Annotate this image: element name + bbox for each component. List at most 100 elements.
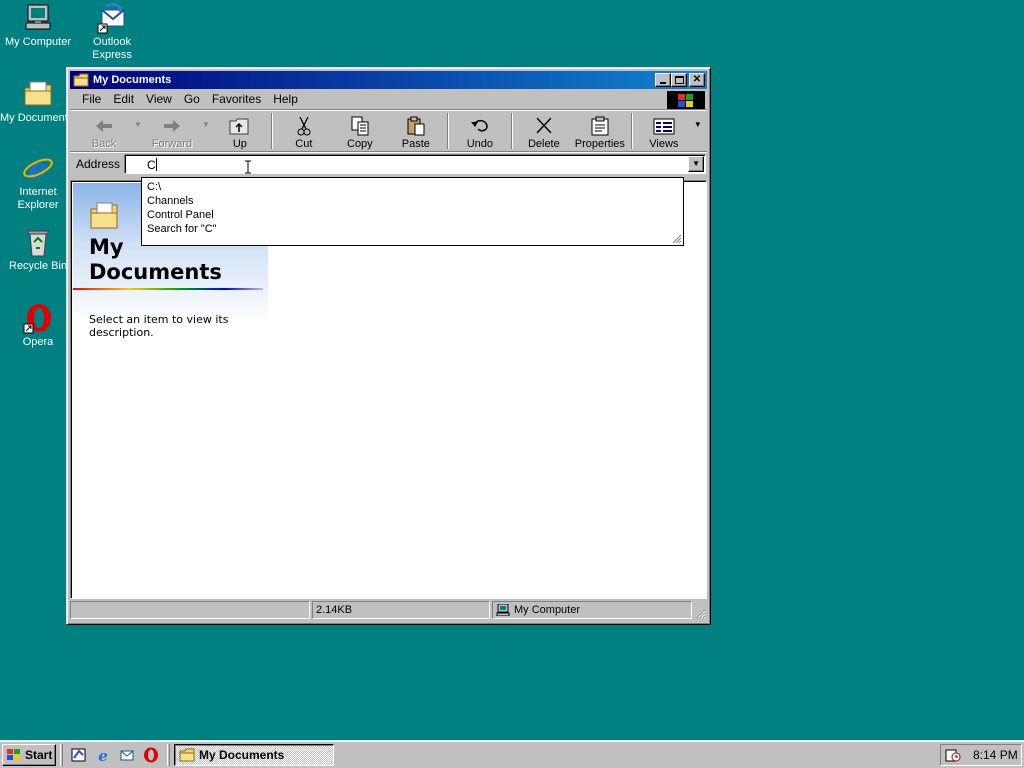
paste-icon <box>404 116 428 136</box>
title-bar[interactable]: My Documents ✕ <box>70 71 707 89</box>
menu-favorites[interactable]: Favorites <box>206 92 267 106</box>
my-documents-icon <box>22 78 54 110</box>
opera-icon <box>22 302 54 334</box>
close-button[interactable]: ✕ <box>689 73 705 87</box>
back-arrow-icon <box>92 116 116 136</box>
delete-button[interactable]: Delete <box>516 113 572 151</box>
show-desktop-icon[interactable] <box>70 746 88 764</box>
toolbar-separator <box>510 113 513 149</box>
scheduler-icon[interactable] <box>945 747 961 763</box>
forward-arrow-icon <box>160 116 184 136</box>
desktop-icon-recycle-bin[interactable]: Recycle Bin <box>0 226 76 273</box>
toolbar: Back ▼ Forward ▼ Up Cut Copy Paste Undo <box>70 109 707 151</box>
scissors-icon <box>292 116 316 136</box>
menu-go[interactable]: Go <box>178 92 206 106</box>
menu-help[interactable]: Help <box>267 92 304 106</box>
autocomplete-item[interactable]: Search for "C" <box>147 222 678 236</box>
back-dropdown-icon[interactable]: ▼ <box>134 120 142 129</box>
maximize-button[interactable] <box>671 73 687 87</box>
internet-explorer-icon[interactable]: e <box>94 746 112 764</box>
address-dropdown-button[interactable]: ▼ <box>688 155 705 172</box>
svg-text:e: e <box>98 747 108 763</box>
windows-logo-icon <box>667 91 705 111</box>
minimize-button[interactable] <box>655 73 671 87</box>
svg-text:e: e <box>29 152 47 184</box>
pane-divider <box>73 288 263 290</box>
minimize-icon <box>660 82 666 84</box>
up-folder-icon <box>228 116 252 136</box>
folder-icon <box>89 201 121 231</box>
explorer-window: My Documents ✕ File Edit View Go Favorit… <box>66 67 711 625</box>
address-value: C <box>147 157 156 172</box>
paste-label: Paste <box>401 138 430 150</box>
folder-icon <box>73 73 89 87</box>
internet-explorer-icon: e <box>22 152 54 185</box>
start-button[interactable]: Start <box>2 743 56 766</box>
windows-logo-icon <box>6 748 22 762</box>
desktop-icon-label: Express <box>92 49 132 61</box>
desktop-icon-outlook-express[interactable]: Outlook Express <box>74 2 150 62</box>
start-label: Start <box>25 747 53 762</box>
text-caret <box>155 157 157 171</box>
forward-dropdown-icon[interactable]: ▼ <box>202 120 210 129</box>
desktop-icon-label: Outlook <box>93 36 131 48</box>
toolbar-separator <box>446 113 449 149</box>
back-label: Back <box>91 138 117 150</box>
status-zone: My Computer <box>492 601 692 619</box>
undo-icon <box>468 116 492 136</box>
up-button[interactable]: Up <box>212 113 268 151</box>
pane-description: Select an item to view its description. <box>89 313 229 339</box>
copy-button[interactable]: Copy <box>332 113 388 151</box>
opera-icon[interactable] <box>142 746 160 764</box>
menu-file[interactable]: File <box>76 92 107 106</box>
views-dropdown-icon[interactable]: ▼ <box>694 120 702 129</box>
copy-icon <box>348 116 372 136</box>
toolbar-grip[interactable] <box>60 743 63 766</box>
desktop-icon-label: My Computer <box>4 36 72 48</box>
status-bar: 2.14KB My Computer <box>70 601 707 621</box>
desktop-icon-my-computer[interactable]: My Computer <box>0 2 76 49</box>
desktop-icon-opera[interactable]: Opera <box>0 302 76 349</box>
my-computer-icon <box>22 2 54 34</box>
address-label: Address <box>76 156 121 171</box>
taskbar-button-my-documents[interactable]: My Documents <box>174 743 334 766</box>
resize-grip-icon[interactable] <box>694 607 706 619</box>
undo-button[interactable]: Undo <box>452 113 508 151</box>
close-icon: ✕ <box>692 74 702 85</box>
clock[interactable]: 8:14 PM <box>973 748 1018 762</box>
views-button[interactable]: Views <box>636 113 692 151</box>
paste-button[interactable]: Paste <box>388 113 444 151</box>
autocomplete-item[interactable]: C:\ <box>147 180 678 194</box>
toolbar-grip[interactable] <box>167 743 170 766</box>
status-panel-text <box>70 601 310 619</box>
menu-bar: File Edit View Go Favorites Help <box>70 89 707 111</box>
taskbar: Start e My Documents 8:14 PM <box>0 740 1024 768</box>
pane-title-line: Documents <box>89 260 222 284</box>
my-computer-icon <box>496 604 510 616</box>
system-tray: 8:14 PM <box>940 744 1022 766</box>
desktop-icon-my-documents[interactable]: My Documents <box>0 78 76 125</box>
back-button[interactable]: Back <box>76 113 132 151</box>
cut-button[interactable]: Cut <box>276 113 332 151</box>
desktop-icon-label: Opera <box>22 336 54 348</box>
menu-view[interactable]: View <box>140 92 178 106</box>
delete-x-icon <box>532 116 556 136</box>
resize-grip-icon[interactable] <box>670 232 682 244</box>
forward-button[interactable]: Forward <box>144 113 200 151</box>
menu-edit[interactable]: Edit <box>107 92 140 106</box>
status-location: My Computer <box>514 604 581 616</box>
status-size: 2.14KB <box>312 601 490 619</box>
desktop-icon-label: Internet <box>19 186 57 198</box>
desktop-icon-internet-explorer[interactable]: e Internet Explorer <box>0 152 76 212</box>
outlook-express-icon[interactable] <box>118 746 136 764</box>
address-input[interactable]: C ▼ <box>124 153 707 174</box>
properties-button[interactable]: Properties <box>572 113 628 151</box>
outlook-express-icon <box>96 2 128 34</box>
maximize-icon <box>674 76 684 84</box>
autocomplete-item[interactable]: Control Panel <box>147 208 678 222</box>
copy-label: Copy <box>347 138 373 150</box>
autocomplete-item[interactable]: Channels <box>147 194 678 208</box>
views-label: Views <box>649 138 679 150</box>
chevron-down-icon: ▼ <box>692 159 700 168</box>
recycle-bin-icon <box>22 226 54 258</box>
